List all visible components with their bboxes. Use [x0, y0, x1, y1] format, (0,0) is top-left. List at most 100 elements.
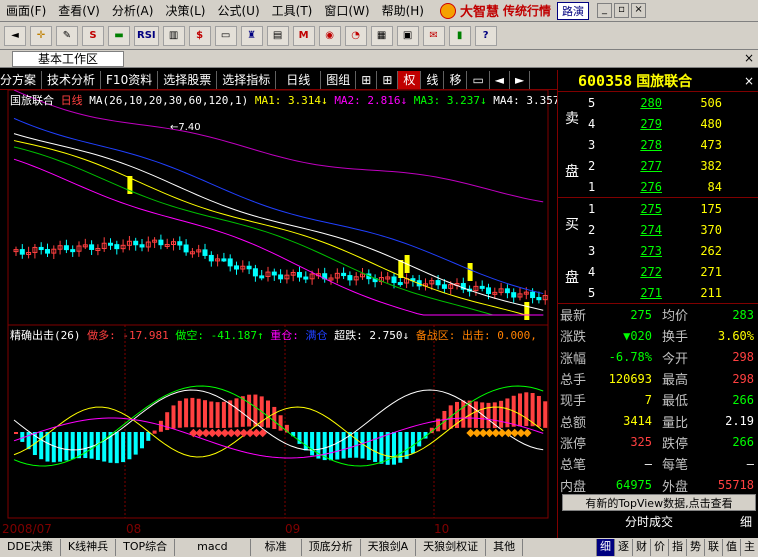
menu-analysis[interactable]: 分析(A): [106, 2, 160, 19]
bottom-btn-index[interactable]: 指: [668, 539, 686, 556]
order-price: 278: [640, 137, 662, 152]
toolbar-pie-icon[interactable]: ◔: [344, 25, 367, 46]
menu-tools[interactable]: 工具(T): [266, 2, 319, 19]
toolbar-rsi-button[interactable]: RSI: [134, 25, 159, 46]
histogram-bar: [146, 432, 151, 441]
restore-icon[interactable]: ▫: [614, 3, 630, 18]
toolbar-book-icon[interactable]: ▮: [448, 25, 471, 46]
quote-key: 涨跌: [560, 330, 587, 346]
bottom-tab-tianlang-a[interactable]: 天狼剑A: [361, 539, 417, 556]
workspace-tab[interactable]: 基本工作区: [12, 51, 124, 67]
order-price: 273: [640, 243, 662, 258]
toolbar-list-icon[interactable]: ▦: [370, 25, 393, 46]
chart-area[interactable]: ←7.40 国旅联合 日线 MA(26,10,20,30,60,120,1) M…: [0, 90, 566, 538]
bottom-btn-linked[interactable]: 联: [704, 539, 722, 556]
candle-body: [397, 282, 403, 286]
chart-tb-prev-icon[interactable]: ◄: [489, 70, 511, 89]
bottom-btn-finance[interactable]: 财: [632, 539, 650, 556]
menu-help[interactable]: 帮助(H): [376, 2, 430, 19]
toolbar-binoculars-icon[interactable]: ♜: [240, 25, 263, 46]
bottom-btn-price[interactable]: 价: [650, 539, 668, 556]
sell-row[interactable]: 4 279 480: [558, 113, 758, 134]
chart-tb-technical[interactable]: 技术分析: [42, 70, 102, 89]
detail-button[interactable]: 细: [740, 512, 752, 532]
buy-row[interactable]: 3 273 262: [558, 240, 758, 261]
chart-tb-scheme[interactable]: 分方案: [0, 70, 43, 89]
candle-body: [486, 287, 491, 294]
histogram-bar: [158, 420, 163, 432]
histogram-bar: [398, 432, 403, 463]
candle-body: [221, 258, 227, 262]
sell-side-label: 卖 盘: [565, 111, 579, 180]
sell-row[interactable]: 5 280 506: [558, 92, 758, 113]
toolbar-window-icon[interactable]: ▭: [214, 25, 237, 46]
workspace-close-icon[interactable]: ×: [744, 51, 754, 65]
topview-notice-button[interactable]: 有新的TopView数据,点击查看: [562, 494, 756, 511]
bottom-tab-dde[interactable]: DDE决策: [0, 539, 61, 556]
quote-key: 涨停: [560, 436, 587, 452]
kline-chart[interactable]: ←7.40: [0, 90, 557, 520]
toolbar-crosshair-icon[interactable]: ✛: [30, 25, 52, 46]
buy-row[interactable]: 1 275 175: [558, 198, 758, 219]
toolbar-m-icon[interactable]: M: [292, 25, 315, 46]
time-deal-tab[interactable]: 分时成交: [562, 512, 736, 532]
panel-close-icon[interactable]: ×: [744, 74, 754, 88]
toolbar-draw-icon[interactable]: ✎: [56, 25, 78, 46]
sell-row[interactable]: 3 278 473: [558, 134, 758, 155]
bottom-btn-main[interactable]: 主: [740, 539, 758, 556]
bottom-tab-macd[interactable]: macd: [175, 539, 251, 556]
bottom-tab-topbottom[interactable]: 顶底分析: [302, 539, 361, 556]
toolbar-grid-icon[interactable]: ▥: [162, 25, 185, 46]
chart-tb-f10[interactable]: F10资料: [101, 70, 159, 89]
chart-tb-select-indicator[interactable]: 选择指标: [217, 70, 277, 89]
toolbar-help-icon[interactable]: ?: [474, 25, 497, 46]
buy-row[interactable]: 4 272 271: [558, 261, 758, 282]
bottom-btn-tick[interactable]: 逐: [614, 539, 632, 556]
menu-view[interactable]: 查看(V): [52, 2, 106, 19]
candle-body: [208, 254, 214, 262]
chart-tb-line[interactable]: 线: [421, 70, 445, 89]
toolbar-mail-icon[interactable]: ✉: [422, 25, 445, 46]
sell-row[interactable]: 1 276 84: [558, 176, 758, 197]
menu-window[interactable]: 窗口(W): [318, 2, 375, 19]
menu-decision[interactable]: 决策(L): [159, 2, 211, 19]
order-level: 4: [588, 264, 596, 279]
toolbar-globe-icon[interactable]: ◉: [318, 25, 341, 46]
chart-tb-grid1-icon[interactable]: ⊞: [356, 70, 378, 89]
toolbar-table-icon[interactable]: ▤: [266, 25, 289, 46]
bottom-btn-value[interactable]: 值: [722, 539, 740, 556]
menu-formula[interactable]: 公式(U): [212, 2, 266, 19]
chart-tb-select-stock[interactable]: 选择股票: [158, 70, 218, 89]
chart-tb-rights[interactable]: 权: [398, 70, 422, 89]
buy-row[interactable]: 2 274 370: [558, 219, 758, 240]
buy-row[interactable]: 5 271 211: [558, 282, 758, 303]
candle-body: [252, 268, 258, 277]
sell-row[interactable]: 2 277 382: [558, 155, 758, 176]
chart-tb-grid2-icon[interactable]: ⊞: [377, 70, 399, 89]
toolbar-back-icon[interactable]: ◄: [4, 25, 26, 46]
chart-tb-group[interactable]: 图组: [321, 70, 357, 89]
bottom-btn-detail[interactable]: 细: [596, 539, 614, 556]
legend-ma4: MA4: 3.357↓: [493, 94, 567, 107]
chart-tb-frame-icon[interactable]: ▭: [467, 70, 490, 89]
roadshow-button[interactable]: 路演: [557, 1, 590, 20]
toolbar-money-icon[interactable]: S: [82, 25, 104, 46]
toolbar-dollar-icon[interactable]: $: [188, 25, 211, 46]
bottom-tab-kline[interactable]: K线神兵: [61, 539, 117, 556]
chart-tb-next-icon[interactable]: ►: [510, 70, 531, 89]
chart-tb-move[interactable]: 移: [444, 70, 468, 89]
bottom-tab-other[interactable]: 其他: [486, 539, 524, 556]
minimize-icon[interactable]: _: [597, 3, 613, 18]
toolbar-frame-icon[interactable]: ▣: [396, 25, 419, 46]
bottom-tab-standard[interactable]: 标准: [251, 539, 302, 556]
histogram-bar: [543, 401, 548, 428]
bottom-tab-top[interactable]: TOP综合: [116, 539, 176, 556]
chart-tb-daily[interactable]: 日线: [276, 70, 322, 89]
candle-body: [511, 292, 517, 298]
close-icon[interactable]: ×: [631, 3, 647, 18]
quote-value: -6.78%: [608, 350, 652, 365]
bottom-btn-trend[interactable]: 势: [686, 539, 704, 556]
bottom-tab-tianlang-warrant[interactable]: 天狼剑权证: [416, 539, 487, 556]
toolbar-bar-icon[interactable]: ▬: [108, 25, 130, 46]
menu-screen[interactable]: 画面(F): [0, 2, 52, 19]
